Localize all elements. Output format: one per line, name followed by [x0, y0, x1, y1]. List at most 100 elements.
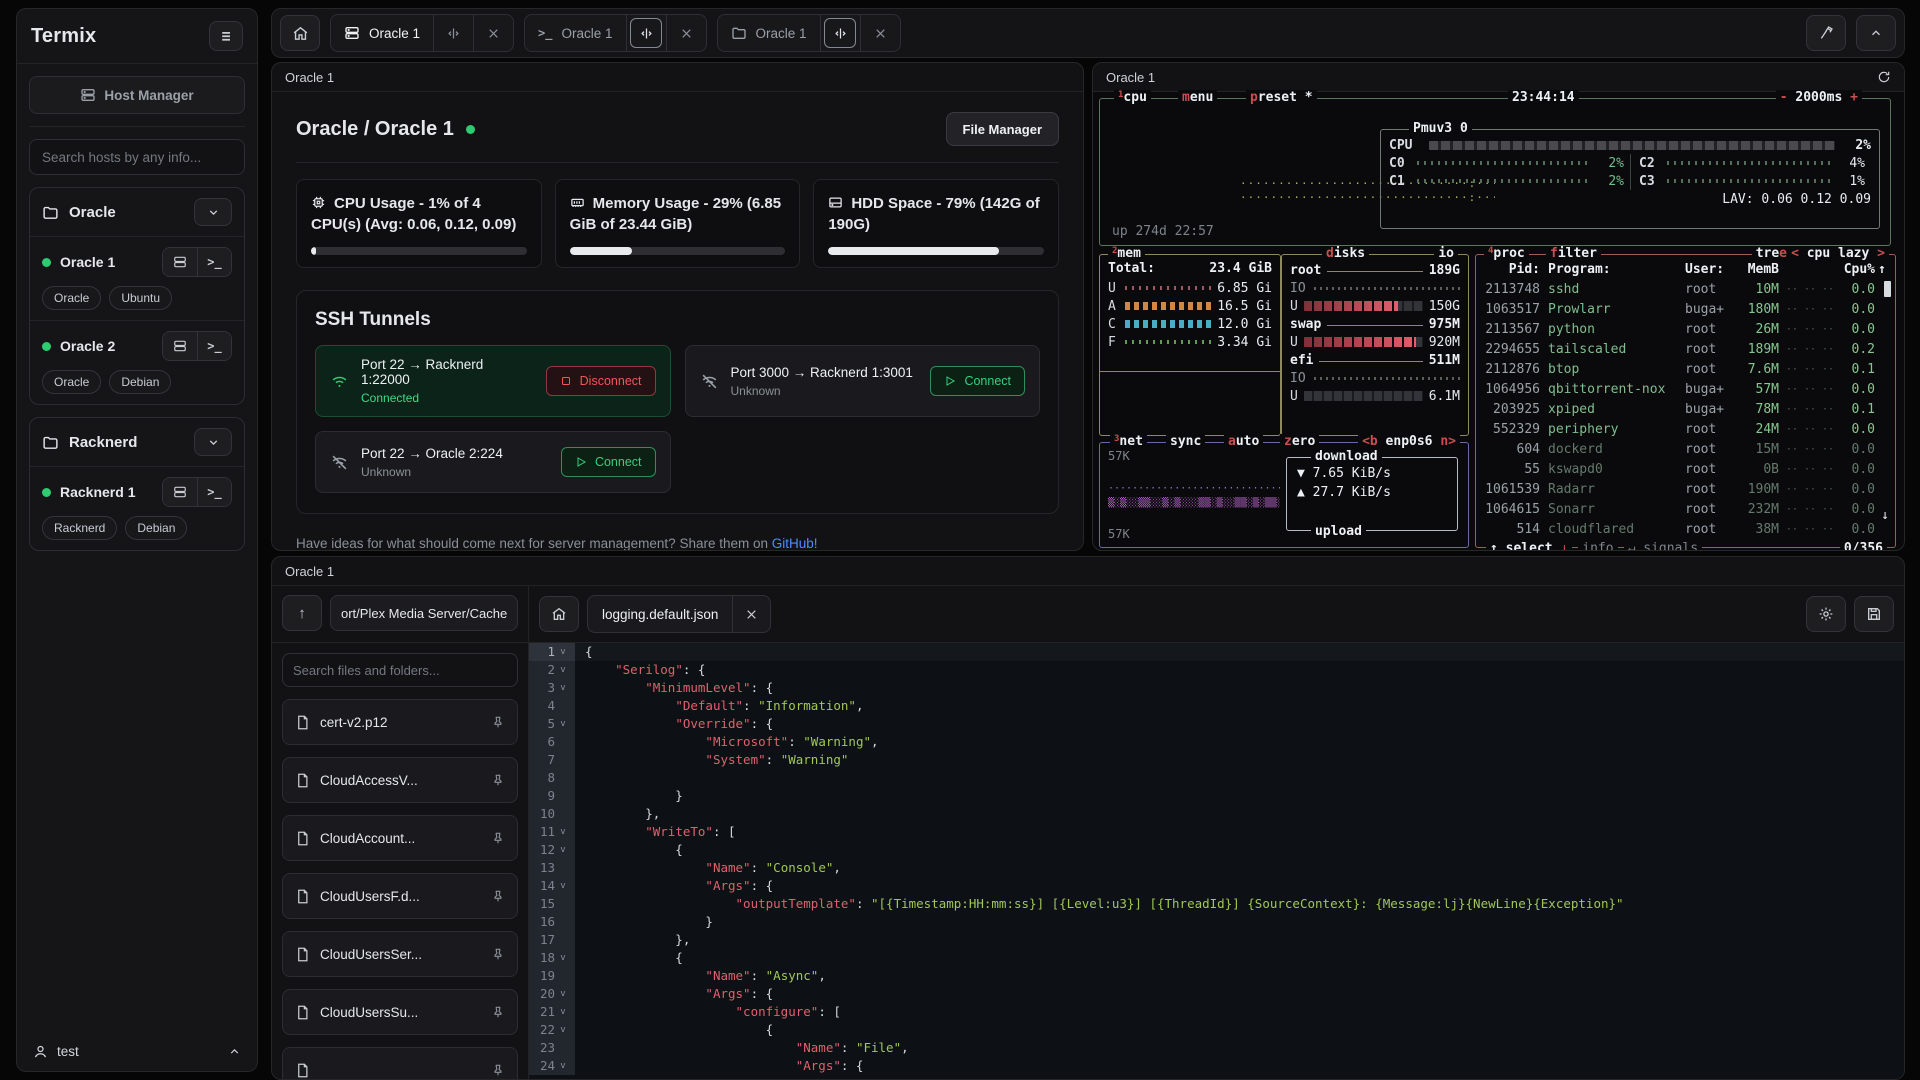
file-item[interactable]: CloudAccount...	[282, 815, 518, 861]
file-item[interactable]: CloudUsersSu...	[282, 989, 518, 1035]
group-collapse-button[interactable]	[194, 428, 232, 456]
code-editor[interactable]: 1v{2v "Serilog": {3v "MinimumLevel": {4 …	[529, 643, 1904, 1079]
pin-icon[interactable]	[491, 773, 505, 787]
fold-chevron-icon[interactable]: v	[555, 985, 571, 1003]
tunnel-action-button[interactable]: Disconnect	[546, 366, 656, 396]
group-header-racknerd[interactable]: Racknerd	[30, 418, 244, 466]
pin-icon[interactable]	[491, 947, 505, 961]
fold-chevron-icon[interactable]: v	[555, 661, 571, 679]
group-header-oracle[interactable]: Oracle	[30, 188, 244, 236]
host-terminal-button[interactable]: >_	[197, 332, 231, 360]
home-directory-button[interactable]	[539, 596, 579, 632]
path-input[interactable]	[330, 595, 518, 631]
folder-icon	[42, 204, 59, 221]
refresh-icon[interactable]	[1877, 70, 1891, 84]
proc-row[interactable]: 2112876 btop root 7.6M ·· ·· ·· 0.1	[1482, 359, 1889, 379]
file-icon	[295, 1063, 310, 1078]
fold-chevron-icon[interactable]: v	[555, 643, 571, 661]
stat-label: Memory Usage - 29% (6.85 GiB of 23.44 Gi…	[570, 195, 781, 233]
host-stats-button[interactable]	[163, 478, 197, 506]
pin-icon[interactable]	[491, 715, 505, 729]
tab-close-button[interactable]	[860, 15, 900, 51]
fold-chevron-icon[interactable]: v	[555, 949, 571, 967]
host-search-input[interactable]	[29, 139, 245, 175]
file-item[interactable]: cert-v2.p12	[282, 699, 518, 745]
host-terminal-button[interactable]: >_	[197, 248, 231, 276]
proc-row[interactable]: 2113567 python root 26M ·· ·· ·· 0.0	[1482, 319, 1889, 339]
sidebar-menu-button[interactable]: ≡	[209, 21, 243, 51]
code-line: 15 "outputTemplate": "[{Timestamp:HH:mm:…	[529, 895, 1904, 913]
fold-chevron-icon[interactable]: v	[555, 877, 571, 895]
proc-footer: ↑ select ↓ info ↵ signals 0/356	[1486, 541, 1887, 551]
proc-row[interactable]: 604 dockerd root 15M ·· ·· ·· 0.0	[1482, 439, 1889, 459]
fold-chevron-icon[interactable]: v	[555, 841, 571, 859]
tab-close-button[interactable]	[666, 15, 706, 51]
host-terminal-button[interactable]: >_	[197, 478, 231, 506]
tab-server-oracle1[interactable]: Oracle 1	[331, 15, 433, 51]
github-link[interactable]: GitHub!	[772, 536, 818, 550]
host-manager-button[interactable]: Host Manager	[29, 76, 245, 114]
pin-icon[interactable]	[491, 1063, 505, 1077]
host-stats-button[interactable]	[163, 248, 197, 276]
fold-chevron-icon[interactable]: v	[555, 1057, 571, 1075]
hamburger-icon: ≡	[221, 27, 230, 45]
proc-row[interactable]: 514 cloudflared root 38M ·· ·· ·· 0.0	[1482, 519, 1889, 539]
tunnel-action-button[interactable]: Connect	[561, 447, 656, 477]
pin-icon[interactable]	[491, 831, 505, 845]
wifi-off-icon	[700, 372, 719, 391]
btop-terminal[interactable]: 1cpu menu preset * 23:44:14 - 2000ms + ·…	[1093, 92, 1904, 550]
proc-scrollbar[interactable]	[1884, 281, 1891, 297]
tunnel-action-button[interactable]: Connect	[930, 366, 1025, 396]
user-menu[interactable]: test	[17, 1032, 257, 1071]
group-collapse-button[interactable]	[194, 198, 232, 226]
file-item[interactable]: CloudAccessV...	[282, 757, 518, 803]
tab-split-button[interactable]	[626, 15, 666, 51]
pin-icon[interactable]	[491, 1005, 505, 1019]
file-search-input[interactable]	[282, 653, 518, 687]
pin-icon[interactable]	[491, 889, 505, 903]
file-item[interactable]: CloudUsersSer...	[282, 931, 518, 977]
fold-chevron-icon[interactable]: v	[555, 1003, 571, 1021]
tab-split-button[interactable]	[433, 15, 473, 51]
terminal-icon: >_	[207, 255, 221, 269]
tab-files-oracle1[interactable]: Oracle 1	[718, 15, 820, 51]
proc-row[interactable]: 1064615 Sonarr root 232M ·· ·· ·· 0.0	[1482, 499, 1889, 519]
code-line: 3v "MinimumLevel": {	[529, 679, 1904, 697]
home-button[interactable]	[280, 15, 320, 51]
fold-chevron-icon[interactable]: v	[555, 1021, 571, 1039]
tab-terminal-oracle1[interactable]: >_ Oracle 1	[525, 15, 625, 51]
tools-button[interactable]	[1806, 15, 1846, 51]
tab-split-button[interactable]	[820, 15, 860, 51]
proc-row[interactable]: 1063517 Prowlarr buga+ 180M ·· ·· ·· 0.0	[1482, 299, 1889, 319]
fold-chevron-icon[interactable]: v	[555, 823, 571, 841]
fold-chevron-icon[interactable]: v	[555, 715, 571, 733]
host-stats-button[interactable]	[163, 332, 197, 360]
proc-row[interactable]: 2113748 sshd root 10M ·· ·· ·· 0.0	[1482, 279, 1889, 299]
tunnel-status: Unknown	[731, 384, 919, 398]
collapse-tabbar-button[interactable]	[1856, 15, 1896, 51]
host-item-racknerd1[interactable]: Racknerd 1 >_ RacknerdDebian	[30, 466, 244, 550]
host-item-oracle1[interactable]: Oracle 1 >_ OracleUbuntu	[30, 236, 244, 320]
open-file-tab[interactable]: logging.default.json	[587, 595, 771, 633]
proc-row[interactable]: 55 kswapd0 root 0B ·· ·· ·· 0.0	[1482, 459, 1889, 479]
file-item[interactable]	[282, 1047, 518, 1079]
save-file-button[interactable]	[1854, 596, 1894, 632]
mem-row: U 6.85 Gi	[1108, 279, 1272, 297]
file-item[interactable]: CloudUsersF.d...	[282, 873, 518, 919]
proc-row[interactable]: 1064956 qbittorrent-nox buga+ 57M ·· ·· …	[1482, 379, 1889, 399]
proc-row[interactable]: 552329 periphery root 24M ·· ·· ·· 0.0	[1482, 419, 1889, 439]
code-line: 8	[529, 769, 1904, 787]
proc-row[interactable]: 203925 xpiped buga+ 78M ·· ·· ·· 0.1	[1482, 399, 1889, 419]
parent-directory-button[interactable]: ↑	[282, 595, 322, 631]
stat-cards: CPU Usage - 1% of 4 CPU(s) (Avg: 0.06, 0…	[296, 179, 1059, 268]
proc-table[interactable]: 2113748 sshd root 10M ·· ·· ·· 0.0	[1482, 279, 1889, 539]
proc-row[interactable]: 1061539 Radarr root 190M ·· ·· ·· 0.0	[1482, 479, 1889, 499]
editor-settings-button[interactable]	[1806, 596, 1846, 632]
file-tab-close-button[interactable]	[732, 596, 770, 632]
tab-close-button[interactable]	[473, 15, 513, 51]
host-item-oracle2[interactable]: Oracle 2 >_ OracleDebian	[30, 320, 244, 404]
fold-chevron-icon[interactable]: v	[555, 679, 571, 697]
memory-icon	[570, 195, 585, 210]
proc-row[interactable]: 2294655 tailscaled root 189M ·· ·· ·· 0.…	[1482, 339, 1889, 359]
file-manager-button[interactable]: File Manager	[946, 112, 1059, 146]
